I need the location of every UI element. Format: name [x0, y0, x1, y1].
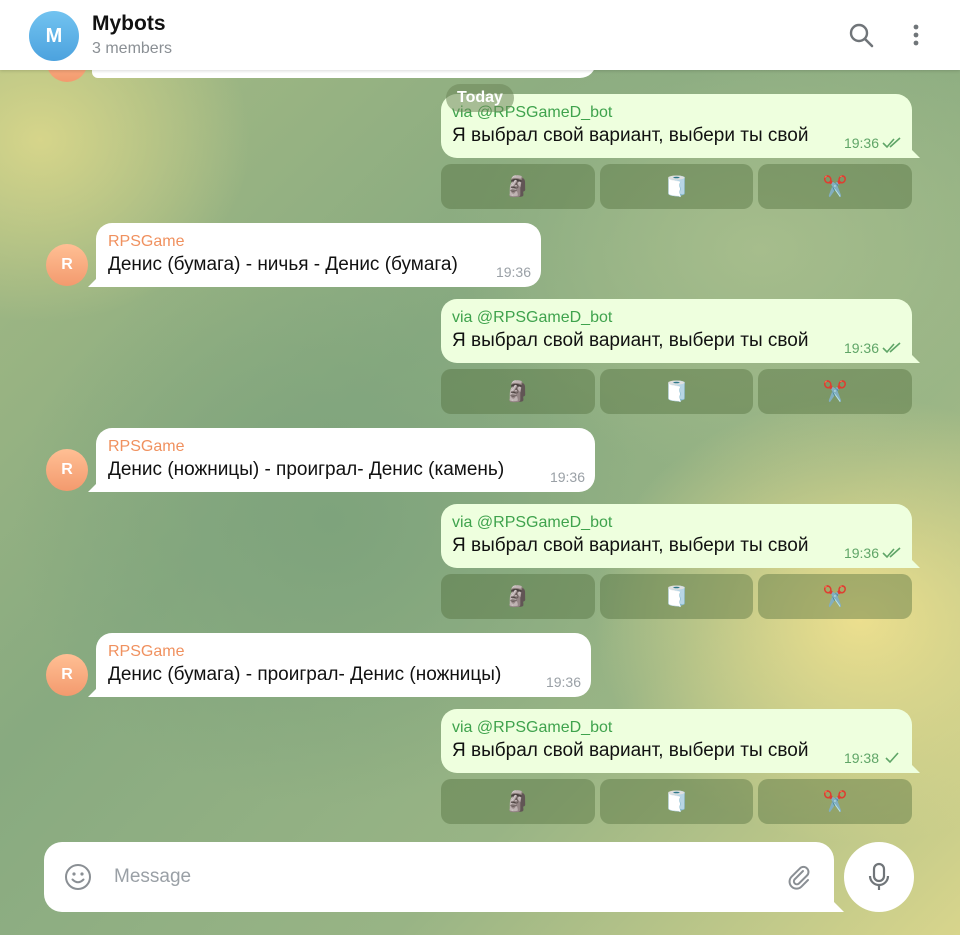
- outgoing-message[interactable]: via @RPSGameD_bot Я выбрал свой вариант,…: [441, 299, 912, 363]
- check-icon: [885, 752, 899, 764]
- chat-avatar[interactable]: M: [29, 11, 79, 61]
- outgoing-message[interactable]: via @RPSGameD_bot Я выбрал свой вариант,…: [441, 709, 912, 773]
- avatar[interactable]: R: [46, 654, 88, 696]
- scissors-icon: ✂️: [822, 585, 848, 608]
- message-text: Я выбрал свой вариант, выбери ты свой: [452, 125, 809, 146]
- paper-roll-icon: 🧻: [664, 790, 689, 813]
- chat-title[interactable]: Mybots: [92, 12, 166, 36]
- message-time: 19:36: [843, 545, 879, 561]
- rock-button[interactable]: 🗿: [441, 779, 595, 824]
- sender-name[interactable]: RPSGame: [108, 437, 583, 457]
- double-check-icon: [882, 342, 901, 354]
- scissors-icon: ✂️: [822, 790, 848, 813]
- scissors-icon: ✂️: [822, 380, 848, 403]
- paper-button[interactable]: 🧻: [599, 369, 754, 414]
- paper-roll-icon: 🧻: [664, 380, 689, 403]
- date-chip: Today: [446, 84, 514, 112]
- message-input[interactable]: [114, 862, 754, 892]
- voice-record-button[interactable]: [844, 842, 914, 912]
- message-meta: 19:38: [844, 750, 902, 766]
- scissors-button[interactable]: ✂️: [758, 164, 913, 209]
- chat-header: M Mybots 3 members: [0, 0, 960, 70]
- message-text: Денис (бумага) - проиграл- Денис (ножниц…: [108, 664, 502, 685]
- message-text: Я выбрал свой вариант, выбери ты свой: [452, 535, 809, 556]
- message-text: Я выбрал свой вариант, выбери ты свой: [452, 740, 809, 761]
- inline-keyboard: 🗿 🧻 ✂️: [441, 779, 913, 824]
- incoming-message[interactable]: RPSGame Денис (ножницы) - проиграл- Дени…: [96, 428, 595, 492]
- paper-roll-icon: 🧻: [664, 585, 689, 608]
- message-time: 19:36: [495, 264, 531, 280]
- scissors-button[interactable]: ✂️: [758, 779, 913, 824]
- message-meta: 19:36: [844, 135, 902, 151]
- message-time: 19:36: [843, 340, 879, 356]
- message-meta: 19:36: [844, 545, 902, 561]
- message-text: Я выбрал свой вариант, выбери ты свой: [452, 330, 809, 351]
- message-time: 19:36: [545, 674, 581, 690]
- paper-roll-icon: 🧻: [664, 175, 689, 198]
- message-meta: 19:36: [844, 340, 902, 356]
- message-time: 19:36: [549, 469, 585, 485]
- incoming-message[interactable]: RPSGame Денис (бумага) - проиграл- Денис…: [96, 633, 591, 697]
- rock-button[interactable]: 🗿: [441, 164, 595, 209]
- via-bot-label[interactable]: via @RPSGameD_bot: [452, 103, 900, 123]
- moai-icon: 🗿: [505, 585, 531, 608]
- scissors-button[interactable]: ✂️: [758, 574, 913, 619]
- message-composer: [44, 842, 834, 912]
- message-time: 19:36: [843, 135, 879, 151]
- outgoing-message[interactable]: via @RPSGameD_bot Я выбрал свой вариант,…: [441, 504, 912, 568]
- inline-keyboard: 🗿 🧻 ✂️: [441, 369, 913, 414]
- moai-icon: 🗿: [505, 175, 531, 198]
- via-bot-label[interactable]: via @RPSGameD_bot: [452, 513, 900, 533]
- sender-name[interactable]: RPSGame: [108, 642, 579, 662]
- members-count[interactable]: 3 members: [92, 40, 172, 58]
- paper-button[interactable]: 🧻: [599, 164, 754, 209]
- scissors-icon: ✂️: [822, 175, 848, 198]
- microphone-icon: [868, 862, 890, 890]
- avatar[interactable]: R: [46, 449, 88, 491]
- search-icon[interactable]: [846, 20, 876, 50]
- via-bot-label[interactable]: via @RPSGameD_bot: [452, 718, 900, 738]
- message-time: 19:38: [843, 750, 879, 766]
- emoji-icon[interactable]: [64, 863, 92, 891]
- sender-name[interactable]: RPSGame: [108, 232, 529, 252]
- attach-icon[interactable]: [785, 863, 813, 891]
- rock-button[interactable]: 🗿: [441, 574, 595, 619]
- chat-area: Today via @RPSGameD_bot Я выбрал свой ва…: [0, 0, 960, 935]
- rock-button[interactable]: 🗿: [441, 369, 595, 414]
- moai-icon: 🗿: [505, 790, 531, 813]
- double-check-icon: [882, 137, 901, 149]
- via-bot-label[interactable]: via @RPSGameD_bot: [452, 308, 900, 328]
- inline-keyboard: 🗿 🧻 ✂️: [441, 164, 913, 209]
- more-vertical-icon[interactable]: [901, 20, 931, 50]
- inline-keyboard: 🗿 🧻 ✂️: [441, 574, 913, 619]
- message-text: Денис (бумага) - ничья - Денис (бумага): [108, 254, 458, 275]
- incoming-message[interactable]: RPSGame Денис (бумага) - ничья - Денис (…: [96, 223, 541, 287]
- paper-button[interactable]: 🧻: [599, 574, 754, 619]
- avatar[interactable]: R: [46, 244, 88, 286]
- scissors-button[interactable]: ✂️: [758, 369, 913, 414]
- paper-button[interactable]: 🧻: [599, 779, 754, 824]
- double-check-icon: [882, 547, 901, 559]
- moai-icon: 🗿: [505, 380, 531, 403]
- message-text: Денис (ножницы) - проиграл- Денис (камен…: [108, 459, 505, 480]
